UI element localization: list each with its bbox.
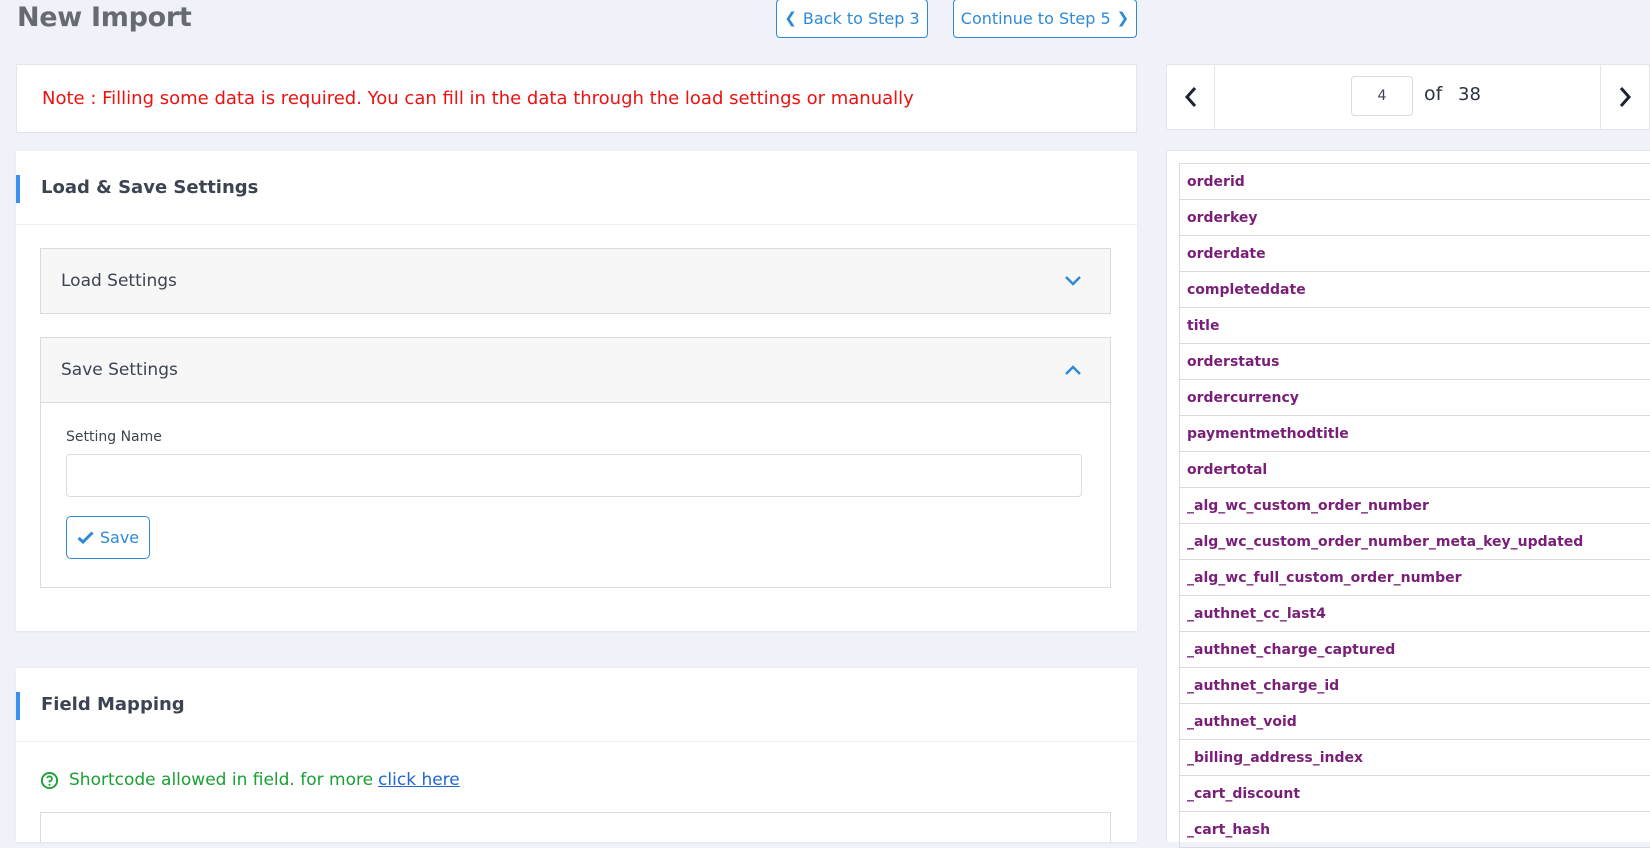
field-item[interactable]: _authnet_charge_captured <box>1180 632 1650 668</box>
page-of-label: of <box>1424 83 1443 105</box>
save-button[interactable]: Save <box>66 516 150 559</box>
field-item[interactable]: title <box>1180 308 1650 344</box>
field-item[interactable]: ordertotal <box>1180 452 1650 488</box>
field-item[interactable]: paymentmethodtitle <box>1180 416 1650 452</box>
save-button-label: Save <box>99 528 140 547</box>
load-save-settings-card: Load & Save Settings Load Settings Save … <box>16 150 1137 631</box>
page-number-input[interactable] <box>1351 76 1413 116</box>
field-item[interactable]: _alg_wc_full_custom_order_number <box>1180 560 1650 596</box>
chevron-up-icon <box>1065 365 1081 375</box>
field-mapping-title: Field Mapping <box>16 668 1137 742</box>
save-settings-body: Setting Name Save <box>41 402 1110 587</box>
save-settings-header[interactable]: Save Settings <box>41 338 1110 402</box>
load-save-settings-title: Load & Save Settings <box>16 151 1137 225</box>
mapping-table <box>40 812 1111 842</box>
field-item[interactable]: orderid <box>1180 164 1650 200</box>
field-item[interactable]: orderstatus <box>1180 344 1650 380</box>
previous-record-button[interactable] <box>1167 65 1215 129</box>
field-item[interactable]: _authnet_void <box>1180 704 1650 740</box>
import-fields-panel: orderid orderkey orderdate completeddate tit… <box>1166 150 1650 848</box>
chevron-left-icon: ❮ <box>784 9 797 27</box>
field-item[interactable]: _authnet_charge_id <box>1180 668 1650 704</box>
note-card: Note : Filling some data is required. Yo… <box>16 64 1137 133</box>
import-field-list: orderid orderkey orderdate completeddate tit… <box>1179 163 1650 848</box>
note-text: Note : Filling some data is required. Yo… <box>42 88 914 109</box>
click-here-link[interactable]: click here <box>378 770 460 790</box>
field-item[interactable]: _authnet_cc_last4 <box>1180 596 1650 632</box>
page-total: 38 <box>1458 84 1481 105</box>
record-pager: of 38 <box>1166 64 1650 130</box>
next-record-button[interactable] <box>1600 65 1648 129</box>
shortcode-hint: Shortcode allowed in field. for more cli… <box>40 770 460 790</box>
load-settings-header[interactable]: Load Settings <box>41 249 1110 313</box>
continue-to-step-5-button[interactable]: Continue to Step 5 ❯ <box>953 0 1137 38</box>
load-settings-label: Load Settings <box>61 271 177 291</box>
field-item[interactable]: ordercurrency <box>1180 380 1650 416</box>
setting-name-input[interactable] <box>66 454 1082 497</box>
field-mapping-card: Field Mapping Shortcode allowed in field… <box>16 667 1137 842</box>
back-to-step-3-button[interactable]: ❮ Back to Step 3 <box>776 0 928 38</box>
save-settings-accordion: Save Settings Setting Name Save <box>40 337 1111 588</box>
setting-name-label: Setting Name <box>66 429 162 445</box>
field-item[interactable]: _billing_address_index <box>1180 740 1650 776</box>
field-item[interactable]: orderkey <box>1180 200 1650 236</box>
field-item[interactable]: _alg_wc_custom_order_number <box>1180 488 1650 524</box>
field-item[interactable]: _cart_hash <box>1180 812 1650 848</box>
save-settings-label: Save Settings <box>61 360 178 380</box>
continue-button-label: Continue to Step 5 <box>960 9 1111 28</box>
check-icon <box>77 531 94 544</box>
field-item[interactable]: orderdate <box>1180 236 1650 272</box>
load-settings-accordion: Load Settings <box>40 248 1111 314</box>
field-item[interactable]: _cart_discount <box>1180 776 1650 812</box>
chevron-left-icon <box>1184 87 1196 107</box>
chevron-right-icon: ❯ <box>1116 9 1130 27</box>
chevron-right-icon <box>1619 87 1631 107</box>
shortcode-hint-text: Shortcode allowed in field. for more <box>69 770 374 790</box>
field-item[interactable]: completeddate <box>1180 272 1650 308</box>
page-title: New Import <box>17 2 192 33</box>
back-button-label: Back to Step 3 <box>802 9 920 28</box>
field-item[interactable]: _alg_wc_custom_order_number_meta_key_upd… <box>1180 524 1650 560</box>
question-circle-icon <box>40 771 59 789</box>
chevron-down-icon <box>1065 276 1081 286</box>
